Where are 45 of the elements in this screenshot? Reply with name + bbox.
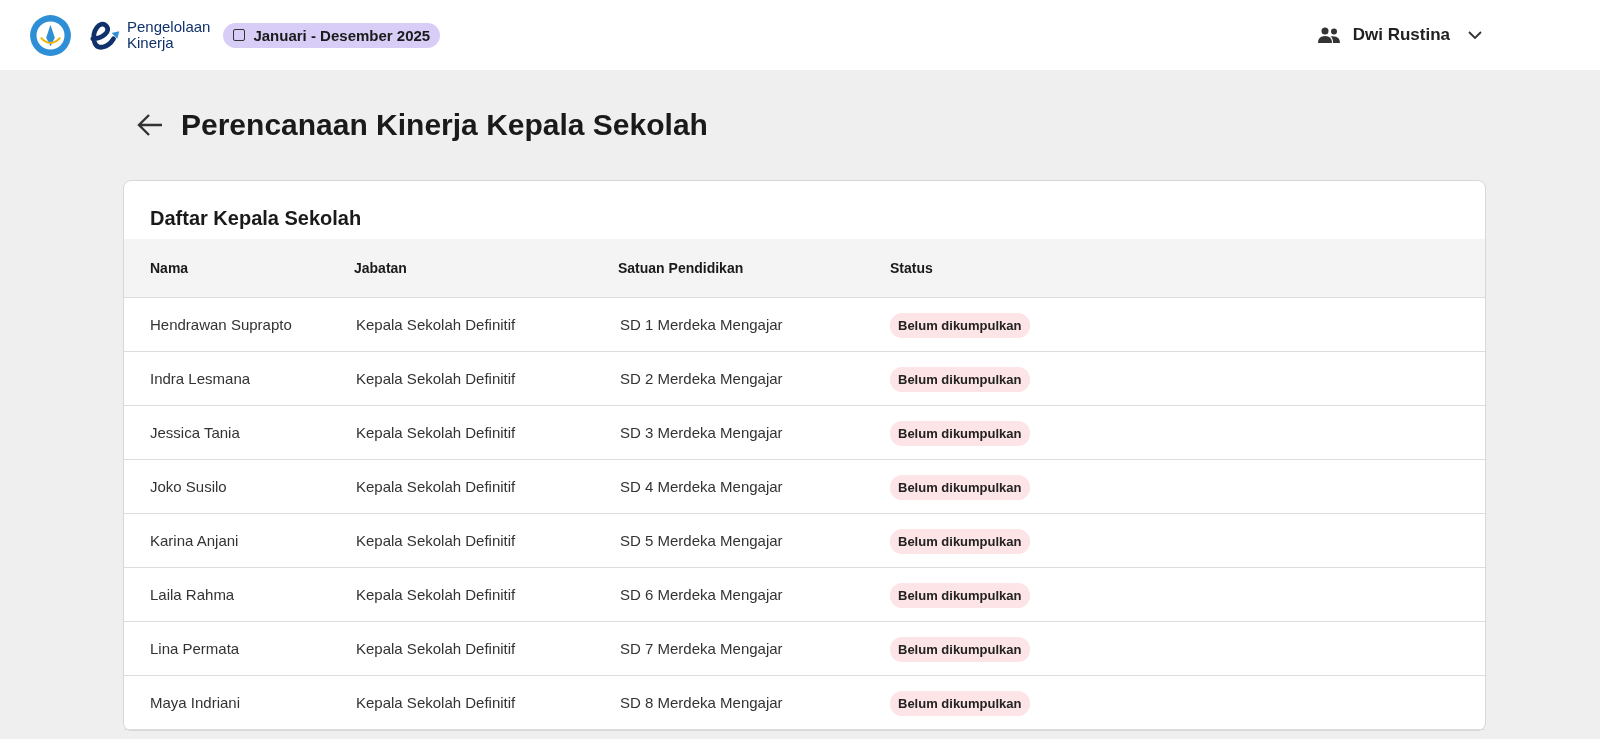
status-badge: Belum dikumpulkan: [890, 529, 1030, 554]
status-badge: Belum dikumpulkan: [890, 421, 1030, 446]
table-cell-text: Kepala Sekolah Definitif: [355, 586, 517, 603]
status-badge: Belum dikumpulkan: [890, 475, 1030, 500]
column-header: Jabatan: [354, 260, 408, 276]
back-arrow-icon[interactable]: [137, 113, 163, 137]
table-cell-text: Laila Rahma: [150, 586, 236, 603]
table-cell-text: Kepala Sekolah Definitif: [355, 478, 517, 495]
table-cell-text: SD 3 Merdeka Mengajar: [619, 424, 784, 441]
column-header: Nama: [150, 260, 190, 276]
column-header: Status: [890, 260, 934, 276]
table-cell-text: SD 1 Merdeka Mengajar: [619, 316, 784, 333]
status-badge: Belum dikumpulkan: [890, 367, 1030, 392]
status-badge: Belum dikumpulkan: [890, 637, 1030, 662]
chevron-down-icon: [1468, 31, 1482, 39]
table-cell-text: SD 6 Merdeka Mengajar: [619, 586, 784, 603]
table-cell-text: SD 4 Merdeka Mengajar: [619, 478, 784, 495]
table-cell-text: Kepala Sekolah Definitif: [355, 694, 517, 711]
people-icon: [1316, 27, 1341, 43]
page-title: Perencanaan Kinerja Kepala Sekolah: [181, 108, 708, 142]
status-badge: Belum dikumpulkan: [890, 583, 1030, 608]
status-badge: Belum dikumpulkan: [890, 313, 1030, 338]
table-cell-text: SD 5 Merdeka Mengajar: [619, 532, 784, 549]
period-badge[interactable]: Januari - Desember 2025: [223, 22, 441, 48]
table-cell-text: SD 2 Merdeka Mengajar: [619, 370, 784, 387]
table-cell-text: Karina Anjani: [150, 532, 240, 549]
table-cell-text: Kepala Sekolah Definitif: [355, 424, 517, 441]
table-cell-text: Kepala Sekolah Definitif: [355, 316, 517, 333]
table-cell-text: Lina Permata: [150, 640, 241, 657]
table-cell-text: Maya Indriani: [150, 694, 242, 711]
user-menu[interactable]: Dwi Rustina: [1316, 25, 1482, 45]
column-header: Satuan Pendidikan: [618, 260, 745, 276]
app-name: Pengelolaan Kinerja: [127, 19, 211, 51]
card-title: Daftar Kepala Sekolah: [149, 206, 363, 231]
table-cell-text: Kepala Sekolah Definitif: [355, 370, 517, 387]
table-cell-text: SD 8 Merdeka Mengajar: [619, 694, 784, 711]
table-cell-text: Kepala Sekolah Definitif: [355, 532, 517, 549]
emblem-logo-icon: [29, 13, 72, 57]
table-cell-text: Kepala Sekolah Definitif: [355, 640, 517, 657]
table-cell-text: Jessica Tania: [150, 424, 241, 441]
status-badge: Belum dikumpulkan: [890, 691, 1030, 716]
table-cell-text: Joko Susilo: [150, 478, 228, 495]
table-cell-text: Indra Lesmana: [150, 370, 252, 387]
table-cell-text: Hendrawan Suprapto: [150, 316, 293, 333]
table-cell-text: SD 7 Merdeka Mengajar: [619, 640, 784, 657]
